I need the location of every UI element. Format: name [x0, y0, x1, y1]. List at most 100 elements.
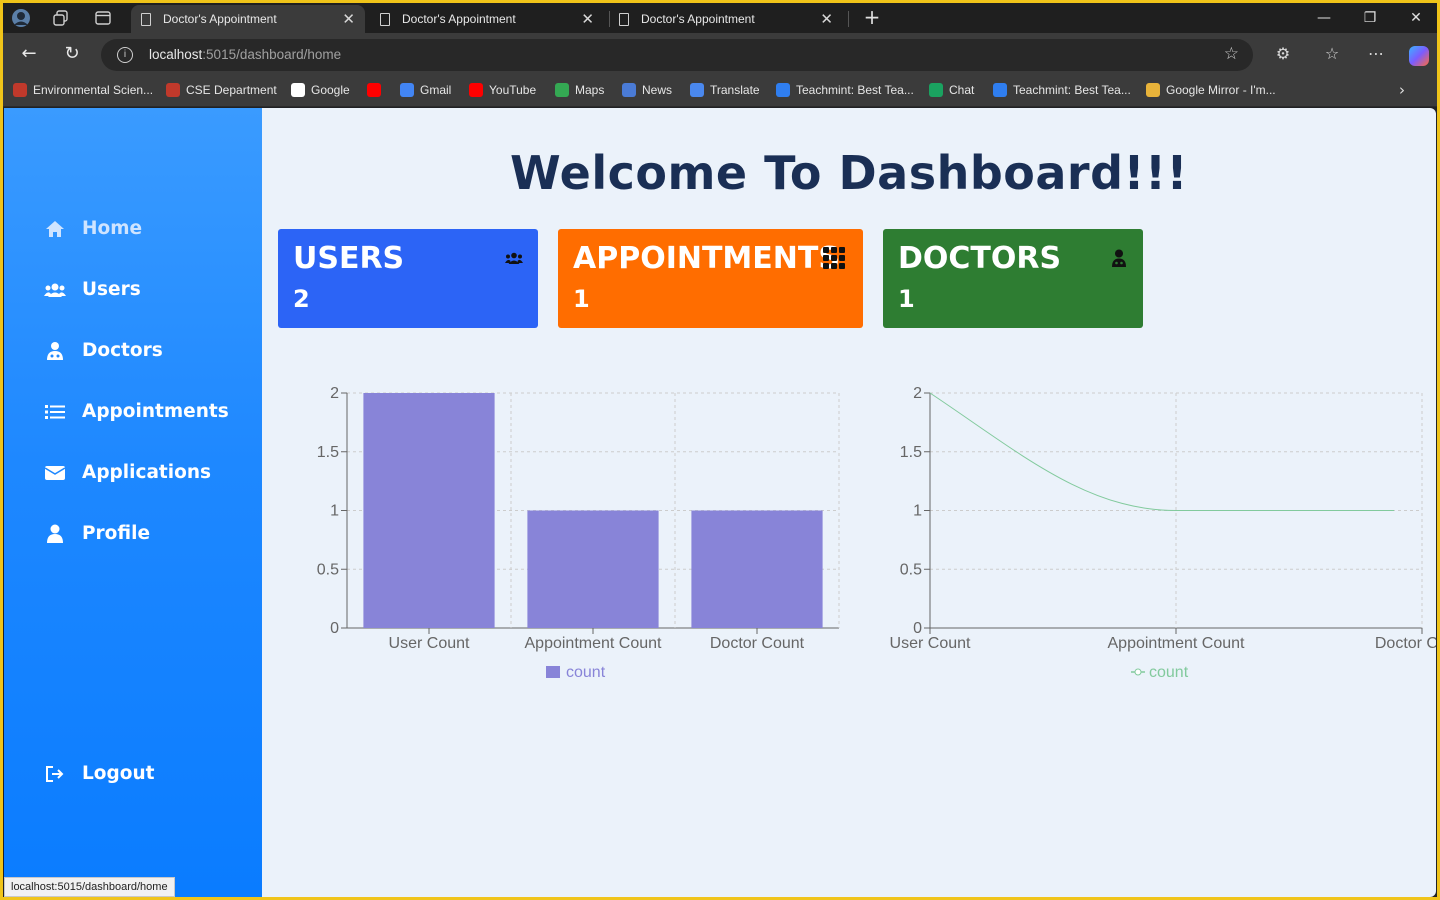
- sidebar-item-profile[interactable]: Profile: [44, 523, 150, 544]
- sidebar-item-users[interactable]: Users: [44, 279, 141, 300]
- sidebar-item-label: Users: [82, 279, 141, 300]
- sidebar-item-label: Home: [82, 218, 143, 239]
- chat-icon: [929, 83, 943, 97]
- tab-title: Doctor's Appointment: [402, 12, 516, 26]
- doctor-icon: [1107, 247, 1131, 269]
- favorite-star-icon[interactable]: ☆: [1224, 44, 1239, 64]
- legend-label: count: [1149, 664, 1189, 681]
- card-label: DOCTORS: [898, 241, 1062, 276]
- sidebar-item-label: Applications: [82, 462, 212, 483]
- tab-divider: [848, 11, 849, 27]
- news-icon: [622, 83, 636, 97]
- envelope-icon: [44, 463, 66, 483]
- bar: [363, 393, 495, 628]
- bookmark-item[interactable]: Google: [291, 83, 350, 97]
- y-tick-label: 0.5: [900, 561, 922, 578]
- bar: [691, 510, 823, 628]
- tab-doctors-appointment-1[interactable]: Doctor's Appointment ✕: [131, 5, 365, 33]
- bookmark-item[interactable]: News: [622, 83, 672, 97]
- bookmark-item[interactable]: Environmental Scien...: [13, 83, 153, 97]
- users-card[interactable]: USERS 2: [278, 229, 538, 328]
- sidebar-item-label: Profile: [82, 523, 150, 544]
- tab-doctors-appointment-3[interactable]: Doctor's Appointment ✕: [609, 5, 843, 33]
- home-icon: [44, 219, 66, 239]
- legend-swatch-dot: [1134, 668, 1142, 676]
- y-tick-label: 1.5: [900, 444, 922, 461]
- profile-avatar-icon[interactable]: [11, 8, 31, 28]
- site-info-icon[interactable]: i: [117, 47, 133, 63]
- bookmark-label: Maps: [575, 83, 605, 97]
- browser-window: Doctor's Appointment ✕ Doctor's Appointm…: [3, 3, 1437, 897]
- dashboard-page: Home Users Doctors Appointments Applicat…: [4, 108, 1436, 897]
- close-tab-icon[interactable]: ✕: [581, 10, 594, 28]
- tab-actions-icon[interactable]: [93, 8, 113, 28]
- chevron-right-icon[interactable]: ›: [1399, 81, 1405, 99]
- bookmark-item[interactable]: Teachmint: Best Tea...: [993, 83, 1131, 97]
- sidebar-item-applications[interactable]: Applications: [44, 462, 211, 483]
- sidebar-item-doctors[interactable]: Doctors: [44, 340, 163, 361]
- bookmark-label: Gmail: [420, 83, 452, 97]
- legend-swatch: [546, 666, 560, 678]
- close-tab-icon[interactable]: ✕: [342, 10, 355, 28]
- page-icon: [141, 12, 151, 26]
- new-tab-button[interactable]: +: [860, 6, 884, 30]
- bookmark-item[interactable]: YouTube: [469, 83, 536, 97]
- y-tick-label: 2: [913, 385, 922, 402]
- doctors-card[interactable]: DOCTORS 1: [883, 229, 1143, 328]
- close-tab-icon[interactable]: ✕: [820, 10, 833, 28]
- users-icon: [44, 280, 66, 300]
- more-menu-icon[interactable]: ⋯: [1363, 43, 1389, 67]
- x-tick-label: Doctor Count: [1375, 635, 1436, 652]
- bookmark-item[interactable]: [367, 83, 387, 97]
- youtube-icon: [469, 83, 483, 97]
- workspaces-icon[interactable]: [51, 8, 71, 28]
- bookmark-item[interactable]: Translate: [690, 83, 760, 97]
- sidebar-item-appointments[interactable]: Appointments: [44, 401, 229, 422]
- users-icon: [502, 247, 526, 269]
- x-tick-label: Appointment Count: [1108, 635, 1246, 652]
- url-text: localhost:5015/dashboard/home: [149, 47, 342, 62]
- y-tick-label: 1: [913, 503, 922, 520]
- maps-icon: [555, 83, 569, 97]
- extensions-icon[interactable]: ⚙: [1270, 43, 1296, 67]
- y-tick-label: 1: [330, 503, 339, 520]
- bookmark-item[interactable]: Google Mirror - I'm...: [1146, 83, 1276, 97]
- sidebar-item-home[interactable]: Home: [44, 218, 142, 239]
- copilot-icon[interactable]: [1409, 46, 1429, 66]
- x-tick-label: User Count: [890, 635, 971, 652]
- tab-doctors-appointment-2[interactable]: Doctor's Appointment ✕: [370, 5, 604, 33]
- doctor-icon: [44, 341, 66, 361]
- card-value: 1: [573, 285, 590, 313]
- app-icon: [166, 83, 180, 97]
- tab-title: Doctor's Appointment: [163, 12, 277, 26]
- minimize-button[interactable]: —: [1301, 7, 1347, 31]
- bookmark-item[interactable]: Teachmint: Best Tea...: [776, 83, 914, 97]
- address-bar[interactable]: i localhost:5015/dashboard/home ☆: [101, 39, 1253, 71]
- back-button[interactable]: ←: [15, 41, 43, 69]
- y-tick-label: 2: [330, 385, 339, 402]
- app-icon: [13, 83, 27, 97]
- favorites-icon[interactable]: ☆: [1319, 43, 1345, 67]
- appointments-card[interactable]: APPOINTMENTS 1: [558, 229, 863, 328]
- series-line: [929, 392, 1394, 511]
- logout-button[interactable]: Logout: [44, 763, 154, 784]
- y-tick-label: 0: [330, 620, 339, 637]
- close-window-button[interactable]: ✕: [1393, 7, 1437, 31]
- bookmark-label: News: [642, 83, 673, 97]
- bookmark-label: Environmental Scien...: [33, 83, 154, 97]
- restore-button[interactable]: ❐: [1347, 7, 1393, 31]
- bookmark-item[interactable]: Maps: [555, 83, 604, 97]
- line-chart: 0 0.5 1 1.5 2 User Count Appointment Count Doct…: [884, 378, 1436, 702]
- bookmark-label: Teachmint: Best Tea...: [1013, 83, 1131, 97]
- bookmark-label: YouTube: [489, 83, 537, 97]
- reload-button[interactable]: ↻: [58, 41, 86, 69]
- bookmark-item[interactable]: CSE Department: [166, 83, 277, 97]
- y-tick-label: 0.5: [317, 561, 339, 578]
- page-title: Welcome To Dashboard!!!: [510, 146, 1188, 200]
- bookmark-item[interactable]: Chat: [929, 83, 974, 97]
- sidebar-item-label: Appointments: [82, 401, 229, 422]
- bookmark-item[interactable]: Gmail: [400, 83, 451, 97]
- bookmarks-bar: Environmental Scien... CSE Department Goog…: [3, 75, 1437, 107]
- google-icon: [291, 83, 305, 97]
- teachmint-icon: [993, 83, 1007, 97]
